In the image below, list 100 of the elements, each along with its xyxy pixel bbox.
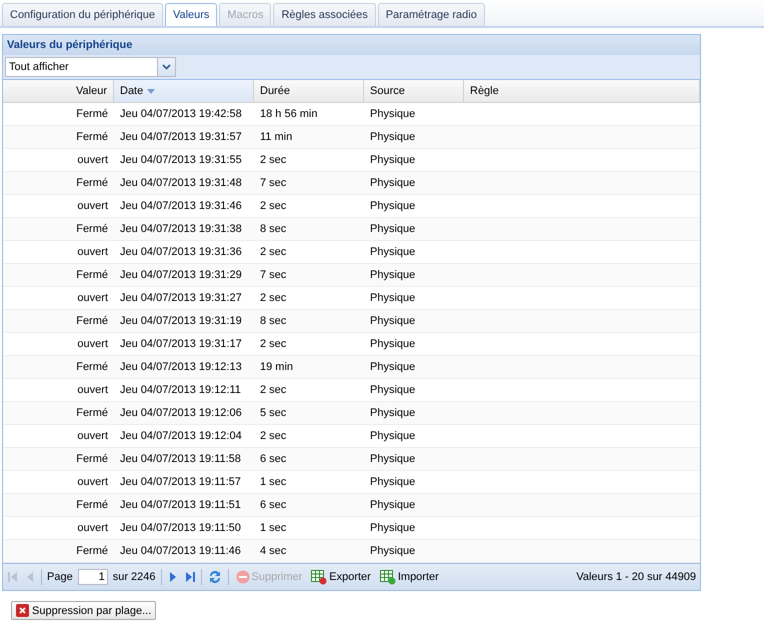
table-cell-text: 19 min xyxy=(259,361,294,373)
table-cell-text: 2 sec xyxy=(259,154,288,166)
table-cell-text: 2 sec xyxy=(259,246,288,258)
table-cell-text: 4 sec xyxy=(259,545,288,557)
table-cell-text: Jeu 04/07/2013 19:31:57 xyxy=(119,131,243,143)
table-cell-text: Physique xyxy=(369,131,416,143)
table-cell-text: Jeu 04/07/2013 19:12:13 xyxy=(119,361,243,373)
table-cell-text: Jeu 04/07/2013 19:31:55 xyxy=(119,154,243,166)
table-cell-text: Jeu 04/07/2013 19:11:57 xyxy=(119,476,242,488)
table-export-icon xyxy=(311,570,328,584)
table-cell-text: Jeu 04/07/2013 19:31:48 xyxy=(119,177,243,189)
table-cell-text: Jeu 04/07/2013 19:31:27 xyxy=(119,292,243,304)
sort-descending-icon xyxy=(147,88,156,94)
table-cell-text: Physique xyxy=(369,453,416,465)
table-cell-text: Fermé xyxy=(75,131,109,143)
table-cell-text: ouvert xyxy=(76,384,109,396)
table-cell-text: Jeu 04/07/2013 19:31:36 xyxy=(119,246,243,258)
close-icon xyxy=(16,604,29,617)
table-cell-text: Physique xyxy=(369,522,416,534)
table-cell-text: Jeu 04/07/2013 19:11:50 xyxy=(119,522,242,534)
filter-dropdown[interactable]: Tout afficher xyxy=(5,57,176,77)
table-cell-text: Jeu 04/07/2013 19:11:58 xyxy=(119,453,242,465)
table-cell-text: Physique xyxy=(369,499,416,511)
tab[interactable]: Paramétrage radio xyxy=(378,3,485,26)
table-cell-text: ouvert xyxy=(76,522,109,534)
table-cell-text: 7 sec xyxy=(259,177,288,189)
table-cell-text: Fermé xyxy=(75,499,109,511)
tab[interactable]: Valeurs xyxy=(164,3,218,26)
tab[interactable]: Configuration du périphérique xyxy=(2,3,163,26)
table-cell-text: 2 sec xyxy=(259,292,288,304)
table-cell-text: Physique xyxy=(369,177,416,189)
table-cell-text: 2 sec xyxy=(259,384,288,396)
table-cell-text: Physique xyxy=(369,338,416,350)
table-cell-text: Physique xyxy=(369,200,416,212)
table-cell-text: Physique xyxy=(369,384,416,396)
minus-circle-icon xyxy=(236,570,250,584)
table-cell-text: Physique xyxy=(369,223,416,235)
table-cell-text: 5 sec xyxy=(259,407,288,419)
page-summary: Valeurs 1 - 20 sur 44909 xyxy=(576,571,696,583)
table-cell-text: ouvert xyxy=(76,246,109,258)
table-cell-text: Physique xyxy=(369,476,416,488)
table-cell-text: 2 sec xyxy=(259,338,288,350)
table-cell-text: Fermé xyxy=(75,269,109,281)
table-cell-text: Fermé xyxy=(75,545,109,557)
table-cell-text: 6 sec xyxy=(259,453,288,465)
table-cell-text: Physique xyxy=(369,545,416,557)
page-input[interactable]: 1 xyxy=(78,569,108,585)
table-cell-text: Physique xyxy=(369,361,416,373)
column-header[interactable]: Règle xyxy=(464,80,700,102)
table-cell-text: Jeu 04/07/2013 19:31:19 xyxy=(119,315,243,327)
table-cell-text: Jeu 04/07/2013 19:31:17 xyxy=(119,338,243,350)
table-cell-text: Fermé xyxy=(75,223,109,235)
table-cell-text: Fermé xyxy=(75,108,109,120)
table-cell-text: Jeu 04/07/2013 19:31:38 xyxy=(119,223,243,235)
table-cell-text: Physique xyxy=(369,407,416,419)
column-header[interactable]: Source xyxy=(364,80,464,102)
table-cell-text: Physique xyxy=(369,430,416,442)
table-cell-text: Jeu 04/07/2013 19:11:46 xyxy=(119,545,242,557)
column-header[interactable]: Date xyxy=(114,80,254,102)
table-cell-text: ouvert xyxy=(76,476,109,488)
export-button[interactable]: Exporter xyxy=(309,570,373,584)
table-cell-text: Physique xyxy=(369,154,416,166)
table-cell-text: Jeu 04/07/2013 19:31:29 xyxy=(119,269,243,281)
table-cell-text: Fermé xyxy=(75,315,109,327)
table-cell-text: ouvert xyxy=(76,154,109,166)
table-cell-text: 1 sec xyxy=(259,522,288,534)
table-cell-text: 7 sec xyxy=(259,269,288,281)
table-cell-text: Jeu 04/07/2013 19:42:58 xyxy=(119,108,243,120)
table-cell-text: ouvert xyxy=(76,200,109,212)
table-cell-text: Jeu 04/07/2013 19:12:11 xyxy=(119,384,242,396)
tab[interactable]: Règles associées xyxy=(273,3,376,26)
table-cell-text: Physique xyxy=(369,108,416,120)
column-header[interactable]: Durée xyxy=(254,80,364,102)
table-cell-text: 6 sec xyxy=(259,499,288,511)
import-button[interactable]: Importer xyxy=(378,570,441,584)
page-label: Page xyxy=(47,571,73,583)
table-cell-text: Fermé xyxy=(75,453,109,465)
table-cell-text: ouvert xyxy=(76,430,109,442)
range-delete-button[interactable]: Suppression par plage... xyxy=(11,601,156,620)
table-cell-text: 18 h 56 min xyxy=(259,108,318,120)
table-cell-text: Jeu 04/07/2013 19:11:51 xyxy=(119,499,242,511)
table-cell-text: Physique xyxy=(369,292,416,304)
table-cell-text: Physique xyxy=(369,269,416,281)
panel-title: Valeurs du périphérique xyxy=(3,35,700,55)
table-cell-text: Jeu 04/07/2013 19:12:06 xyxy=(119,407,243,419)
table-cell-text: Jeu 04/07/2013 19:31:46 xyxy=(119,200,243,212)
table-import-icon xyxy=(380,570,396,584)
table-cell-text: Fermé xyxy=(75,177,109,189)
table-cell-text: Fermé xyxy=(75,361,109,373)
table-cell-text: ouvert xyxy=(76,338,109,350)
last-page-icon[interactable] xyxy=(184,571,196,583)
table-cell-text: Fermé xyxy=(75,407,109,419)
table-cell-text: Physique xyxy=(369,246,416,258)
table-cell-text: 2 sec xyxy=(259,430,288,442)
table-cell-text: Jeu 04/07/2013 19:12:04 xyxy=(119,430,243,442)
chevron-down-icon xyxy=(162,64,171,70)
table-cell-text: 8 sec xyxy=(259,315,288,327)
table-cell-text: Physique xyxy=(369,315,416,327)
table-cell-text: 1 sec xyxy=(259,476,288,488)
table-cell-text: 8 sec xyxy=(259,223,288,235)
